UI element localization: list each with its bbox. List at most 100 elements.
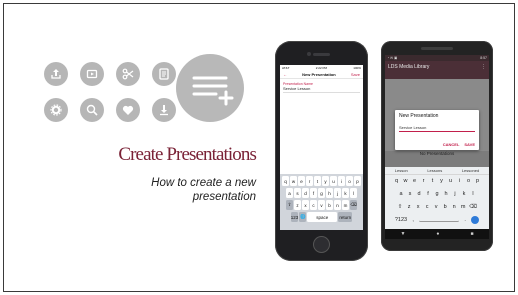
presentation-name-input[interactable]: Service Lesson	[283, 86, 360, 93]
key[interactable]: f	[310, 188, 317, 198]
space-key[interactable]: space	[307, 212, 338, 222]
key[interactable]: b	[326, 200, 333, 210]
ios-keyboard: q w e r t y u i o p a s d f g h j k l ⇧ …	[280, 174, 363, 230]
key[interactable]: u	[330, 176, 337, 186]
speaker	[421, 47, 453, 50]
download-icon	[152, 98, 176, 122]
shift-key[interactable]: ⇧	[286, 200, 293, 210]
key[interactable]: r	[306, 176, 313, 186]
carrier: AT&T	[282, 66, 290, 70]
key[interactable]: d	[416, 188, 422, 200]
keyboard-row: ⇧ z x c v b n m ⌫	[385, 201, 489, 213]
keyboard-row: q w e r t y u i o p	[281, 176, 362, 186]
key[interactable]: l	[350, 188, 357, 198]
key[interactable]: i	[338, 176, 345, 186]
key[interactable]: n	[451, 201, 457, 213]
heart-icon	[116, 98, 140, 122]
home-button[interactable]	[313, 236, 330, 253]
backspace-key[interactable]: ⌫	[350, 200, 357, 210]
suggestion[interactable]: Lesson	[395, 168, 408, 173]
key[interactable]: a	[286, 188, 293, 198]
android-nav-bar: ▼ ● ■	[385, 229, 489, 239]
new-presentation-dialog: New Presentation Service Lesson CANCEL S…	[395, 110, 479, 150]
key[interactable]: l	[470, 188, 476, 200]
numbers-key[interactable]: 123	[290, 212, 299, 222]
key[interactable]: j	[452, 188, 458, 200]
key[interactable]: s	[294, 188, 301, 198]
key[interactable]: t	[430, 175, 436, 187]
presentation-name-input[interactable]: Service Lesson	[399, 125, 475, 132]
keyboard-row: a s d f g h j k l	[385, 188, 489, 200]
key[interactable]: y	[439, 175, 445, 187]
space-key[interactable]	[419, 214, 460, 222]
key[interactable]: k	[461, 188, 467, 200]
settings-icon	[44, 98, 68, 122]
nav-title: New Presentation	[302, 72, 336, 77]
key[interactable]: e	[298, 176, 305, 186]
shift-key[interactable]: ⇧	[397, 201, 403, 213]
key[interactable]: b	[442, 201, 448, 213]
suggestion[interactable]: Lessons	[427, 168, 442, 173]
key[interactable]: v	[433, 201, 439, 213]
key[interactable]: a	[398, 188, 404, 200]
key[interactable]: r	[421, 175, 427, 187]
status-icons: ◔ ✉ ▣	[387, 56, 398, 60]
key[interactable]: q	[394, 175, 400, 187]
key[interactable]: o	[346, 176, 353, 186]
key[interactable]: y	[322, 176, 329, 186]
key[interactable]: u	[448, 175, 454, 187]
nav-bar: ← New Presentation Save	[280, 71, 363, 79]
key[interactable]: w	[403, 175, 409, 187]
symbols-key[interactable]: ?123	[395, 214, 407, 226]
key[interactable]: s	[407, 188, 413, 200]
scissors-icon	[116, 62, 140, 86]
cancel-button[interactable]: CANCEL	[443, 142, 460, 147]
key[interactable]: c	[310, 200, 317, 210]
key[interactable]: p	[475, 175, 481, 187]
suggestion[interactable]: Lessoned	[462, 168, 479, 173]
key[interactable]: w	[290, 176, 297, 186]
key[interactable]: f	[425, 188, 431, 200]
go-key[interactable]	[471, 216, 480, 224]
key[interactable]: z	[294, 200, 301, 210]
key[interactable]: p	[354, 176, 361, 186]
upload-icon	[44, 62, 68, 86]
backspace-key[interactable]: ⌫	[469, 201, 477, 213]
key[interactable]: v	[318, 200, 325, 210]
recent-apps-icon[interactable]: ■	[470, 231, 473, 237]
return-key[interactable]: return	[338, 212, 353, 222]
comma-key[interactable]: ,	[410, 214, 416, 226]
back-button[interactable]: ←	[283, 72, 287, 77]
save-button[interactable]: Save	[351, 72, 360, 77]
key[interactable]: t	[314, 176, 321, 186]
key[interactable]: o	[466, 175, 472, 187]
iphone-mockup: AT&T 2:22 PM 100% ← New Presentation Sav…	[275, 41, 368, 261]
key[interactable]: n	[334, 200, 341, 210]
key[interactable]: x	[415, 201, 421, 213]
globe-icon[interactable]: 🌐	[299, 212, 307, 222]
key[interactable]: m	[342, 200, 349, 210]
time: 8:57	[480, 56, 487, 60]
home-icon[interactable]: ●	[436, 231, 439, 237]
key[interactable]: q	[282, 176, 289, 186]
key[interactable]: g	[434, 188, 440, 200]
back-icon[interactable]: ▼	[400, 231, 405, 237]
key[interactable]: g	[318, 188, 325, 198]
key[interactable]: c	[424, 201, 430, 213]
key[interactable]: z	[406, 201, 412, 213]
key[interactable]: d	[302, 188, 309, 198]
empty-state-text: No Presentations	[419, 151, 455, 156]
key[interactable]: x	[302, 200, 309, 210]
key[interactable]: m	[460, 201, 466, 213]
save-button[interactable]: SAVE	[464, 142, 475, 147]
android-keyboard: Lesson Lessons Lessoned q w e r t y u i …	[385, 167, 489, 229]
key[interactable]: k	[342, 188, 349, 198]
key[interactable]: i	[457, 175, 463, 187]
key[interactable]: h	[326, 188, 333, 198]
overflow-menu-icon[interactable]: ⋮	[481, 64, 486, 70]
key[interactable]: h	[443, 188, 449, 200]
key[interactable]: j	[334, 188, 341, 198]
document-icon	[152, 62, 176, 86]
key[interactable]: e	[412, 175, 418, 187]
period-key[interactable]: .	[462, 214, 468, 226]
